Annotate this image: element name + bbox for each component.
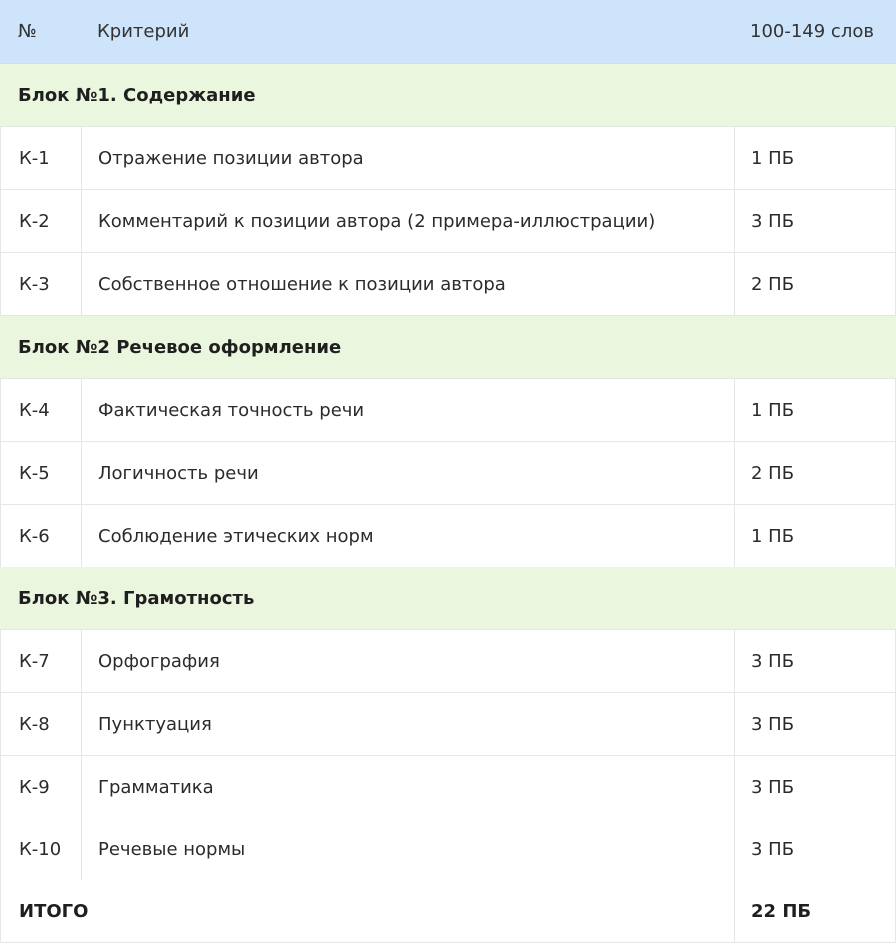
row-num: К-6 xyxy=(19,525,50,547)
row-num: К-5 xyxy=(19,462,50,484)
row-criterion: Орфография xyxy=(98,650,220,672)
row-points: 2 ПБ xyxy=(751,462,795,484)
block-title: Блок №2 Речевое оформление xyxy=(18,336,342,358)
table-row: К-7 Орфография 3 ПБ xyxy=(0,630,896,693)
table-row: К-3 Собственное отношение к позиции авто… xyxy=(0,253,896,316)
row-criterion: Пунктуация xyxy=(98,713,212,735)
row-num: К-3 xyxy=(19,273,50,295)
row-points: 3 ПБ xyxy=(751,776,795,798)
row-num: К-2 xyxy=(19,210,50,232)
row-criterion: Комментарий к позиции автора (2 примера-… xyxy=(98,210,656,232)
row-num: К-7 xyxy=(19,650,50,672)
row-criterion: Собственное отношение к позиции автора xyxy=(98,273,506,295)
table-row: К-5 Логичность речи 2 ПБ xyxy=(0,442,896,505)
table-row: К-9 Грамматика 3 ПБ xyxy=(0,756,896,819)
row-points: 3 ПБ xyxy=(751,650,795,672)
row-criterion: Грамматика xyxy=(98,776,214,798)
row-num: К-8 xyxy=(19,713,50,735)
table-row: К-10 Речевые нормы 3 ПБ xyxy=(0,818,896,881)
row-points: 1 ПБ xyxy=(751,525,795,547)
table-row: К-4 Фактическая точность речи 1 ПБ xyxy=(0,379,896,442)
total-points: 22 ПБ xyxy=(751,900,812,922)
row-points: 1 ПБ xyxy=(751,147,795,169)
row-points: 3 ПБ xyxy=(751,838,795,860)
header-points: 100-149 слов xyxy=(750,21,874,42)
block-title: Блок №3. Грамотность xyxy=(18,587,255,609)
criteria-table: № Критерий 100-149 слов Блок №1. Содержа… xyxy=(0,0,896,944)
header-criterion: Критерий xyxy=(97,21,190,42)
row-points: 2 ПБ xyxy=(751,273,795,295)
row-num: К-9 xyxy=(19,776,50,798)
row-criterion: Фактическая точность речи xyxy=(98,399,365,421)
row-num: К-1 xyxy=(19,147,50,169)
table-row: К-2 Комментарий к позиции автора (2 прим… xyxy=(0,190,896,253)
row-num: К-10 xyxy=(19,838,62,860)
block-header: Блок №1. Содержание xyxy=(0,64,896,127)
header-num: № xyxy=(18,21,37,42)
row-points: 1 ПБ xyxy=(751,399,795,421)
block-header: Блок №3. Грамотность xyxy=(0,567,896,630)
row-points: 3 ПБ xyxy=(751,713,795,735)
row-criterion: Отражение позиции автора xyxy=(98,147,364,169)
total-row: ИТОГО 22 ПБ xyxy=(0,880,896,943)
row-criterion: Логичность речи xyxy=(98,462,259,484)
row-num: К-4 xyxy=(19,399,50,421)
block-title: Блок №1. Содержание xyxy=(18,84,256,106)
row-criterion: Соблюдение этических норм xyxy=(98,525,374,547)
block-header: Блок №2 Речевое оформление xyxy=(0,316,896,379)
row-points: 3 ПБ xyxy=(751,210,795,232)
table-header: № Критерий 100-149 слов xyxy=(0,0,896,64)
table-row: К-1 Отражение позиции автора 1 ПБ xyxy=(0,127,896,190)
total-label: ИТОГО xyxy=(19,900,89,922)
table-row: К-6 Соблюдение этических норм 1 ПБ xyxy=(0,505,896,568)
table-row: К-8 Пунктуация 3 ПБ xyxy=(0,693,896,756)
row-criterion: Речевые нормы xyxy=(98,838,246,860)
